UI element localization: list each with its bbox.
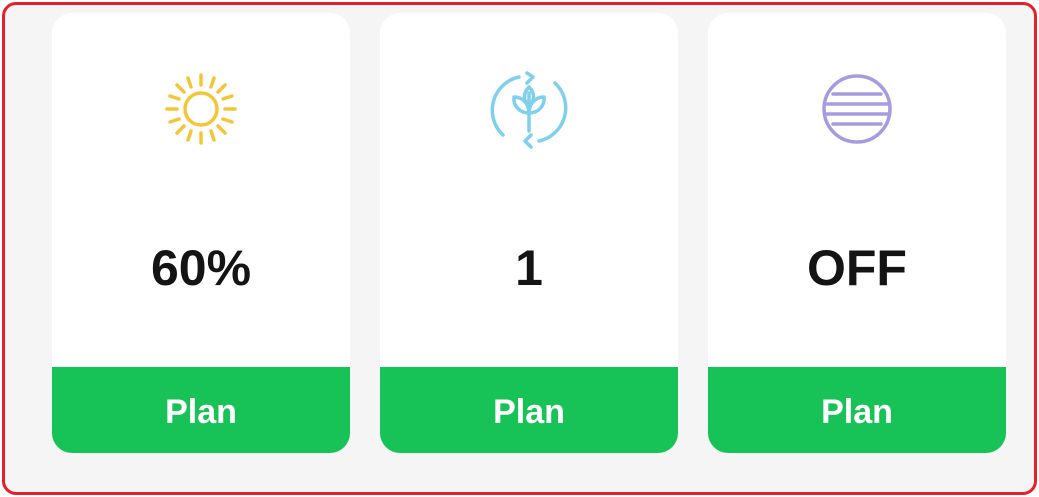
sun-icon	[161, 69, 241, 149]
cycle-plan-button[interactable]: Plan	[380, 367, 678, 453]
brightness-card: 60% Plan	[52, 13, 350, 453]
lines-circle-icon	[817, 69, 897, 149]
brightness-value: 60%	[150, 240, 252, 296]
mode-plan-button[interactable]: Plan	[708, 367, 1006, 453]
brightness-plan-button[interactable]: Plan	[52, 367, 350, 453]
mode-card: OFF Plan	[708, 13, 1006, 453]
mode-value: OFF	[807, 240, 907, 296]
cycle-value: 1	[515, 240, 543, 296]
plant-cycle-card: 1 Plan	[380, 13, 678, 453]
plant-cycle-icon	[489, 69, 569, 149]
widget-panel: 60% Plan 1 Plan OFF Plan	[2, 2, 1037, 495]
